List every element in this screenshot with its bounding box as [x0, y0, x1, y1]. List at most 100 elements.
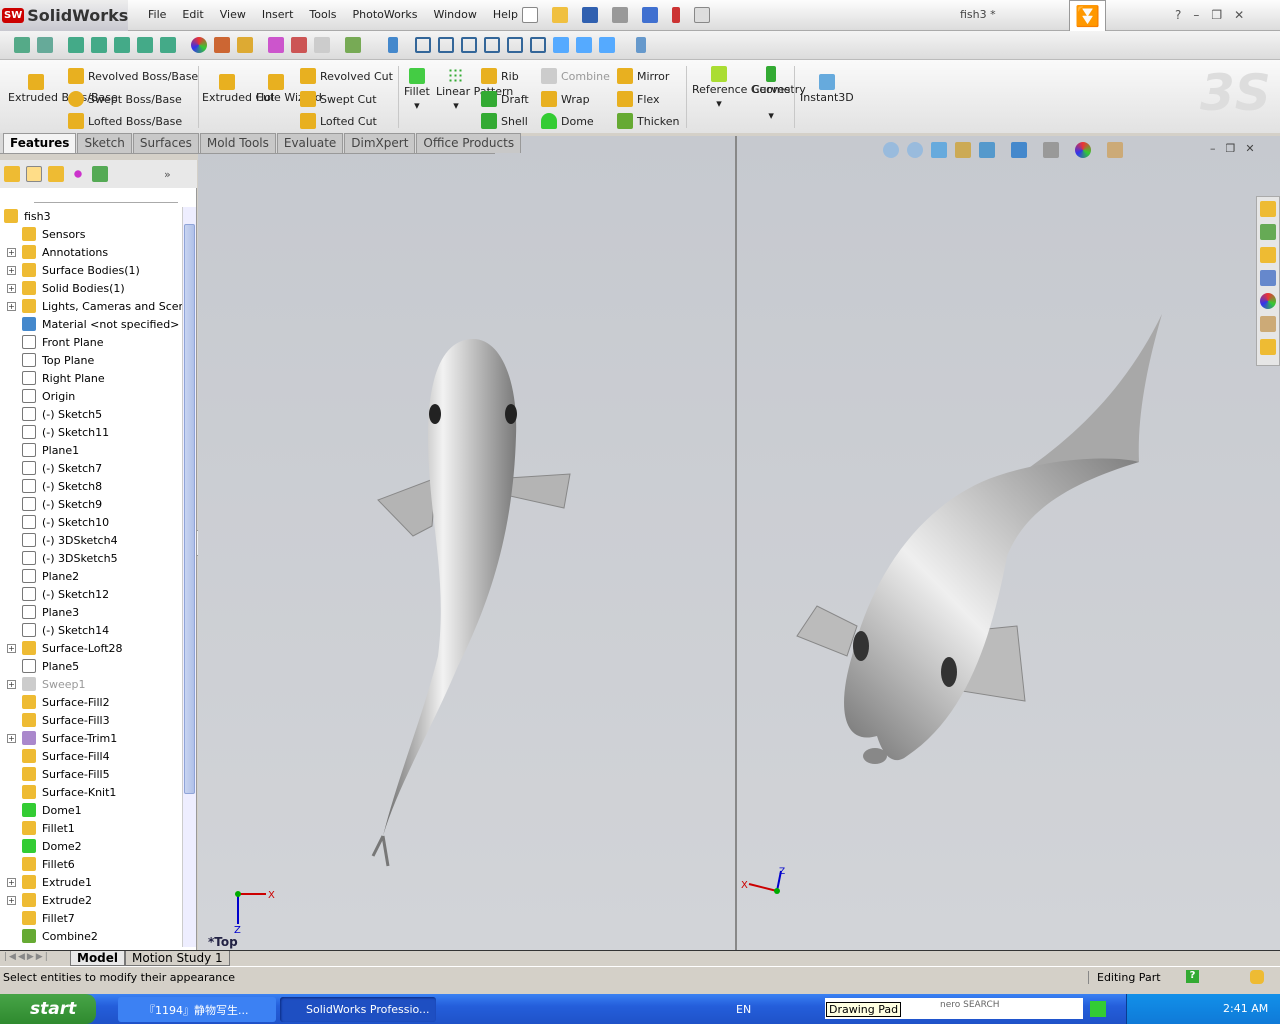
tree-item[interactable]: + Surface-Trim1: [0, 729, 182, 747]
tab-mold-tools[interactable]: Mold Tools: [199, 133, 276, 153]
tree-item[interactable]: + Surface Bodies(1): [0, 261, 182, 279]
tree-item[interactable]: Material <not specified>: [0, 315, 182, 333]
tree-scrollbar-thumb[interactable]: [184, 224, 195, 794]
help-status-icon[interactable]: ?: [1186, 970, 1199, 983]
help-icon[interactable]: ?: [1175, 8, 1181, 22]
menu-view[interactable]: View: [212, 8, 254, 21]
material-icon[interactable]: [237, 37, 253, 53]
curves-button[interactable]: Curves ▾: [752, 66, 790, 122]
measure-icon[interactable]: [636, 37, 646, 53]
tree-item[interactable]: Front Plane: [0, 333, 182, 351]
curves-dropdown-icon[interactable]: ▾: [768, 109, 774, 122]
tab-office-products[interactable]: Office Products: [416, 133, 522, 153]
rib-button[interactable]: Rib: [481, 68, 519, 84]
previous-view-icon[interactable]: [931, 142, 947, 158]
close-icon[interactable]: ✕: [1234, 8, 1244, 22]
tree-item[interactable]: + Extrude1: [0, 873, 182, 891]
section-view-icon[interactable]: [955, 142, 971, 158]
view-left-icon[interactable]: [461, 37, 477, 53]
taskbar-solidworks[interactable]: SolidWorks Professio...: [280, 997, 436, 1022]
tree-item[interactable]: + Surface-Loft28: [0, 639, 182, 657]
tree-item[interactable]: Plane2: [0, 567, 182, 585]
tree-item[interactable]: Origin: [0, 387, 182, 405]
tree-item[interactable]: (-) Sketch9: [0, 495, 182, 513]
tab-features[interactable]: Features: [3, 133, 77, 153]
trimetric-icon[interactable]: [576, 37, 592, 53]
filter-field[interactable]: [34, 193, 178, 203]
menu-edit[interactable]: Edit: [174, 8, 211, 21]
tree-item[interactable]: Plane1: [0, 441, 182, 459]
configuration-manager-tab-icon[interactable]: [48, 166, 64, 182]
display-style-icon[interactable]: [1011, 142, 1027, 158]
custom-properties-icon[interactable]: [1260, 316, 1276, 332]
tab-motion-study-1[interactable]: Motion Study 1: [125, 951, 230, 966]
viewport-top[interactable]: X Z: [198, 136, 735, 950]
tree-item[interactable]: fish3: [0, 207, 182, 225]
expand-icon[interactable]: +: [7, 680, 16, 689]
menu-tools[interactable]: Tools: [301, 8, 344, 21]
document-recovery-icon[interactable]: [1260, 339, 1276, 355]
expand-icon[interactable]: +: [7, 878, 16, 887]
save-icon[interactable]: [582, 7, 598, 23]
menu-photoworks[interactable]: PhotoWorks: [345, 8, 426, 21]
reference-geometry-button[interactable]: Reference Geometry ▾: [692, 66, 806, 110]
tree-item[interactable]: Plane3: [0, 603, 182, 621]
tree-item[interactable]: Combine2: [0, 927, 182, 945]
tree-item[interactable]: + Extrude2: [0, 891, 182, 909]
solidworks-resources-arrow-icon[interactable]: ⏬: [1069, 0, 1106, 34]
tab-evaluate[interactable]: Evaluate: [276, 133, 344, 153]
draft-button[interactable]: Draft: [481, 91, 529, 107]
open-icon[interactable]: [552, 7, 568, 23]
tab-model[interactable]: Model: [70, 951, 126, 966]
tree-item[interactable]: + Annotations: [0, 243, 182, 261]
hole-wizard-button[interactable]: Hole Wizard: [256, 74, 322, 104]
restore-icon[interactable]: ❐: [1211, 8, 1222, 22]
photoworks-options-icon[interactable]: [345, 37, 361, 53]
taskbar-firefox[interactable]: 『1194』静物写生...: [118, 997, 276, 1022]
file-explorer-icon[interactable]: [1260, 247, 1276, 263]
tree-item[interactable]: Surface-Fill2: [0, 693, 182, 711]
dimxpert-manager-tab-icon[interactable]: [70, 166, 86, 182]
property-manager-tab-icon[interactable]: [26, 166, 42, 182]
render-to-file-icon[interactable]: [160, 37, 176, 53]
isometric-icon[interactable]: [553, 37, 569, 53]
lofted-cut-button[interactable]: Lofted Cut: [300, 113, 377, 129]
tab-sketch[interactable]: Sketch: [77, 133, 132, 153]
design-library-icon[interactable]: [1260, 224, 1276, 240]
refgeom-dropdown-icon[interactable]: ▾: [716, 97, 722, 110]
tree-item[interactable]: Surface-Knit1: [0, 783, 182, 801]
zoom-to-fit-icon[interactable]: [883, 142, 899, 158]
new-icon[interactable]: [522, 7, 538, 23]
view-bottom-icon[interactable]: [530, 37, 546, 53]
expand-icon[interactable]: +: [7, 896, 16, 905]
tree-item[interactable]: Surface-Fill3: [0, 711, 182, 729]
tree-item[interactable]: + Sweep1: [0, 675, 182, 693]
fillet-button[interactable]: Fillet ▾: [404, 68, 430, 112]
render-selection-icon[interactable]: [137, 37, 153, 53]
tree-item[interactable]: Dome1: [0, 801, 182, 819]
wrap-button[interactable]: Wrap: [541, 91, 590, 107]
combine-button[interactable]: Combine: [541, 68, 610, 84]
solidworks-logo[interactable]: SW SolidWorks: [2, 3, 128, 27]
view-orientation-icon[interactable]: [979, 142, 995, 158]
copy-appearance-icon[interactable]: [268, 37, 284, 53]
view-front-icon[interactable]: [415, 37, 431, 53]
mirror-button[interactable]: Mirror: [617, 68, 669, 84]
extruded-boss-button[interactable]: Extruded Boss/Base: [8, 74, 118, 104]
apply-scene-icon[interactable]: [1107, 142, 1123, 158]
rebuild-icon[interactable]: [672, 7, 680, 23]
lofted-boss-button[interactable]: Lofted Boss/Base: [68, 113, 182, 129]
viewport-close-icon[interactable]: ✕: [1245, 142, 1254, 155]
display-manager-tab-icon[interactable]: [92, 166, 108, 182]
paste-appearance-icon[interactable]: [291, 37, 307, 53]
expand-icon[interactable]: +: [7, 302, 16, 311]
tree-item[interactable]: + Lights, Cameras and Scene: [0, 297, 192, 315]
revolved-cut-button[interactable]: Revolved Cut: [300, 68, 393, 84]
resources-home-icon[interactable]: [1260, 201, 1276, 217]
expand-icon[interactable]: +: [7, 644, 16, 653]
tree-item[interactable]: (-) 3DSketch4: [0, 531, 182, 549]
options-icon[interactable]: [694, 7, 710, 23]
decal-icon[interactable]: [214, 37, 230, 53]
scene-icon[interactable]: [37, 37, 53, 53]
expand-icon[interactable]: +: [7, 734, 16, 743]
